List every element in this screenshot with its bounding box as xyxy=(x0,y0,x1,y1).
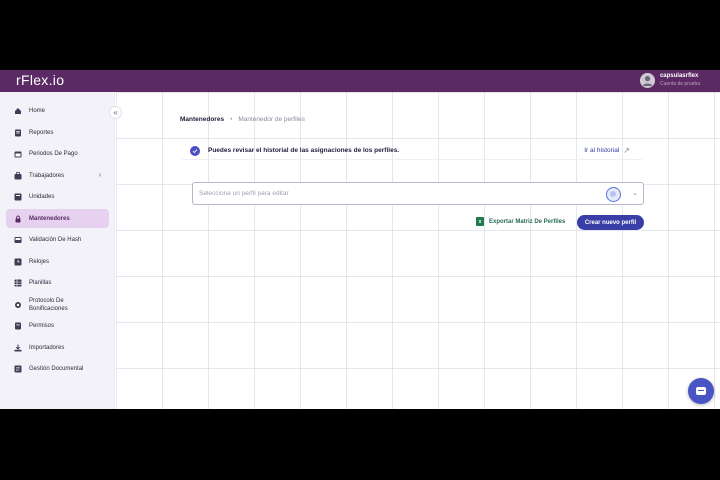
sidebar-item-periodos[interactable]: Periodos De Pago xyxy=(6,144,109,163)
breadcrumb-separator: • xyxy=(230,116,233,123)
sidebar-item-protocolo[interactable]: Protocolo De Bonificaciones xyxy=(6,293,109,317)
sidebar-item-label-line2: Bonificaciones xyxy=(29,306,68,312)
profile-select-placeholder: Selecciona un perfil para editar xyxy=(199,190,289,197)
sidebar-item-label: Gestión Documental xyxy=(29,365,84,372)
sidebar-item-label: Home xyxy=(29,107,46,114)
user-name: capsulasrflex xyxy=(659,73,699,79)
sidebar-item-permisos[interactable]: Permisos xyxy=(6,316,109,335)
hash-icon xyxy=(14,236,22,244)
excel-icon: x xyxy=(476,217,484,226)
import-icon xyxy=(14,344,22,352)
sidebar-item-gestion-documental[interactable]: Gestión Documental xyxy=(6,359,109,378)
sidebar-item-trabajadores[interactable]: Trabajadores › xyxy=(6,166,109,185)
collapse-sidebar-button[interactable]: « xyxy=(109,106,122,119)
user-subtitle: Cuenta de prueba xyxy=(659,81,700,87)
chat-support-button[interactable] xyxy=(688,378,714,404)
sidebar-item-reportes[interactable]: Reportes xyxy=(6,123,109,142)
video-letterbox-bottom xyxy=(0,409,720,480)
home-icon xyxy=(14,107,22,115)
sidebar-item-label: Planillas xyxy=(29,279,52,286)
sidebar-item-label: Reportes xyxy=(29,129,54,136)
history-link[interactable]: Ir al historial ↗ xyxy=(584,146,630,155)
sidebar-item-unidades[interactable]: Unidades xyxy=(6,187,109,206)
history-info-banner: Puedes revisar el historial de las asign… xyxy=(182,142,642,160)
sidebar-item-label: Trabajadores xyxy=(29,172,65,179)
sidebar-item-label: Importadores xyxy=(29,344,65,351)
chevron-down-icon: ⌄ xyxy=(632,190,638,197)
sidebar-item-label: Unidades xyxy=(29,193,55,200)
sidebar-item-label: Periodos De Pago xyxy=(29,150,78,157)
sidebar-item-relojes[interactable]: Relojes xyxy=(6,252,109,271)
sidebar-item-label: Mantenedores xyxy=(29,215,70,222)
check-circle-icon xyxy=(190,145,200,156)
sidebar-item-planillas[interactable]: Planillas xyxy=(6,273,109,292)
info-text: Puedes revisar el historial de las asign… xyxy=(208,147,400,154)
export-profiles-label: Exportar Matriz De Perfiles xyxy=(489,218,566,225)
chat-icon xyxy=(696,387,706,395)
mouse-cursor-indicator xyxy=(606,187,621,202)
breadcrumb-section[interactable]: Mantenedores xyxy=(180,116,224,123)
avatar-icon xyxy=(639,72,655,88)
workers-icon xyxy=(14,171,22,180)
top-bar: rFlex.io capsulasrflex Cuenta de prueba xyxy=(0,70,720,92)
profile-select[interactable]: Selecciona un perfil para editar ⌄ xyxy=(192,182,644,205)
breadcrumb: Mantenedores • Mantenedor de perfiles xyxy=(180,116,305,123)
clock-icon xyxy=(14,258,22,266)
export-profiles-button[interactable]: x Exportar Matriz De Perfiles xyxy=(476,217,565,226)
sidebar-item-home[interactable]: Home xyxy=(6,101,109,120)
chevron-right-icon: › xyxy=(98,172,101,179)
bonus-icon xyxy=(14,301,22,309)
sidebar: Home Reportes Periodos De Pago Trabajado… xyxy=(0,92,115,409)
documents-icon xyxy=(14,365,22,373)
history-link-label: Ir al historial xyxy=(584,147,620,154)
sidebar-item-validacion-hash[interactable]: Validación De Hash xyxy=(6,230,109,249)
sidebar-item-label-line1: Protocolo De xyxy=(29,298,64,304)
create-profile-button[interactable]: Crear nuevo perfil xyxy=(577,215,644,230)
breadcrumb-current-page: Mantenedor de perfiles xyxy=(238,116,305,123)
spreadsheet-icon xyxy=(14,279,22,287)
report-icon xyxy=(14,129,22,137)
sidebar-item-label: Relojes xyxy=(29,258,50,265)
video-letterbox-top xyxy=(0,0,720,70)
external-arrow-icon: ↗ xyxy=(623,146,630,155)
calendar-icon xyxy=(14,150,22,158)
lock-icon xyxy=(14,215,22,223)
permissions-icon xyxy=(14,322,22,330)
sidebar-item-label: Validación De Hash xyxy=(29,236,82,243)
app-window: rFlex.io capsulasrflex Cuenta de prueba … xyxy=(0,70,720,409)
main-content: Mantenedores • Mantenedor de perfiles Pu… xyxy=(116,92,720,409)
double-chevron-left-icon: « xyxy=(113,108,118,117)
sidebar-item-importadores[interactable]: Importadores xyxy=(6,338,109,357)
sidebar-item-label: Permisos xyxy=(29,322,55,329)
user-menu[interactable]: capsulasrflex Cuenta de prueba xyxy=(639,72,700,88)
sidebar-item-mantenedores[interactable]: Mantenedores xyxy=(6,209,109,228)
units-icon xyxy=(14,193,22,201)
app-logo[interactable]: rFlex.io xyxy=(16,72,64,88)
